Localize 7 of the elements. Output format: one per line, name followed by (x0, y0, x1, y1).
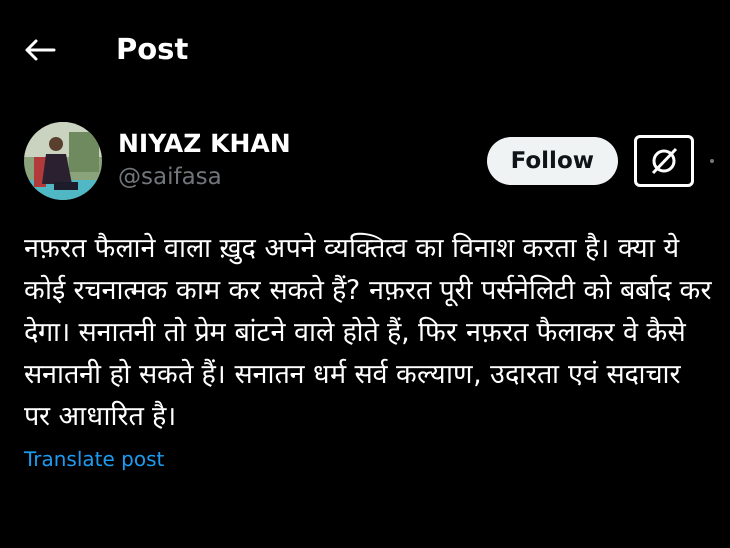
post-text: नफ़रत फैलाने वाला ख़ुद अपने व्यक्तित्व का विनाश करता है। क्या ये कोई रचनात्मक काम कर सकते हैं? नफ़रत पूरी पर्सनेलिटी को बर्बाद कर देगा। सनातनी तो प्रेम बांटने वाले होते हैं, फिर नफ़रत फैलाकर वे कैसे सनातनी हो सकते हैं। सनातन धर्म सर्व कल्याण, उदारता एवं सदाचार पर आधारित है। (24, 232, 713, 434)
back-arrow-icon[interactable] (24, 38, 56, 62)
author-name[interactable]: NIYAZ KHAN (118, 128, 291, 160)
page-title: Post (116, 31, 188, 68)
translate-link[interactable]: Translate post (24, 444, 706, 474)
follow-button[interactable]: Follow (486, 137, 618, 185)
author-handle[interactable]: @saifasa (118, 160, 291, 194)
